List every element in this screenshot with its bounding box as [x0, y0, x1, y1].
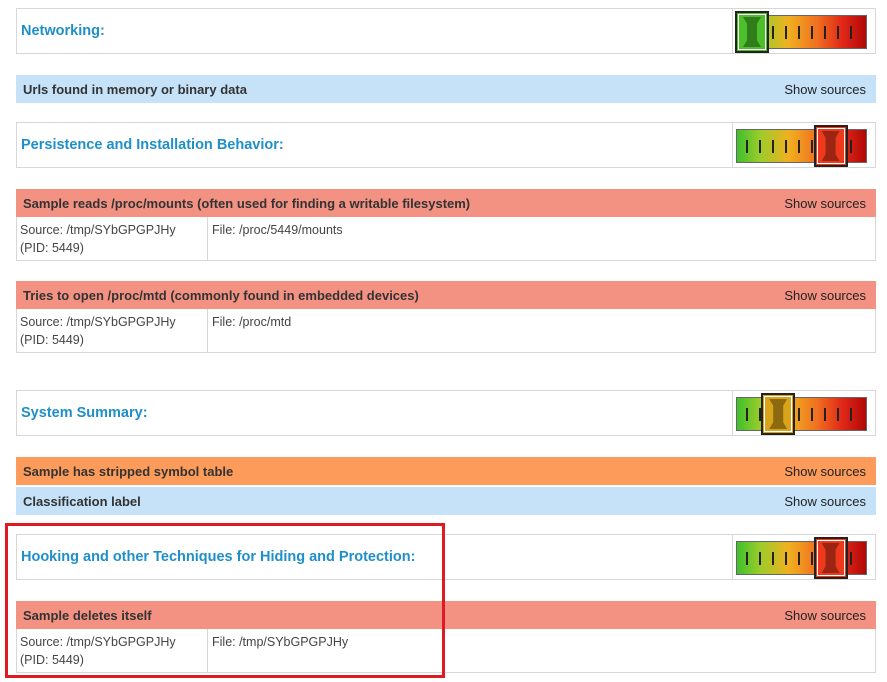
gauge-tick	[746, 552, 748, 565]
gauge-indicator	[813, 537, 848, 579]
gauge-tick	[824, 408, 826, 421]
file-cell: File: /tmp/SYbGPGPJHy	[212, 635, 349, 649]
section-title: Hooking and other Techniques for Hiding …	[21, 549, 416, 565]
gauge-tick	[798, 140, 800, 153]
section-title: Persistence and Installation Behavior:	[21, 137, 284, 153]
source-path: Source: /tmp/SYbGPGPJHy	[20, 315, 176, 329]
gauge-tick	[785, 26, 787, 39]
show-sources-link[interactable]: Show sources	[784, 457, 866, 485]
gauge-tick	[746, 140, 748, 153]
signature-label: Tries to open /proc/mtd (commonly found …	[23, 287, 419, 303]
show-sources-link[interactable]: Show sources	[784, 75, 866, 103]
signature-detail: Source: /tmp/SYbGPGPJHy (PID: 5449) File…	[16, 309, 876, 353]
gauge-indicator-mark	[769, 399, 788, 429]
gauge-tick	[772, 552, 774, 565]
severity-gauge	[736, 393, 867, 435]
signature-detail: Source: /tmp/SYbGPGPJHy (PID: 5449) File…	[16, 217, 876, 261]
file-cell: File: /proc/mtd	[212, 315, 292, 329]
signature-detail: Source: /tmp/SYbGPGPJHy (PID: 5449) File…	[16, 629, 876, 673]
gauge-tick	[785, 552, 787, 565]
severity-gauge	[736, 537, 867, 579]
severity-gauge	[735, 11, 867, 53]
signature-row-deletes-itself[interactable]: Sample deletes itself Show sources	[16, 601, 876, 629]
gauge-tick	[759, 140, 761, 153]
gauge-cell	[732, 123, 875, 167]
source-path: Source: /tmp/SYbGPGPJHy	[20, 635, 176, 649]
gauge-tick	[785, 140, 787, 153]
show-sources-link[interactable]: Show sources	[784, 189, 866, 217]
gauge-tick	[850, 552, 852, 565]
signature-label: Sample reads /proc/mounts (often used fo…	[23, 195, 471, 211]
signature-row-classification[interactable]: Classification label Show sources	[16, 487, 876, 515]
gauge-tick	[837, 26, 839, 39]
signature-row-stripped-symbols[interactable]: Sample has stripped symbol table Show so…	[16, 457, 876, 485]
gauge-cell	[732, 391, 875, 435]
section-header-persistence: Persistence and Installation Behavior:	[16, 122, 876, 168]
source-path: Source: /tmp/SYbGPGPJHy	[20, 223, 176, 237]
gauge-indicator	[761, 393, 796, 435]
gauge-tick	[850, 408, 852, 421]
gauge-indicator	[735, 11, 769, 53]
gauge-tick	[746, 408, 748, 421]
section-title: Networking:	[21, 23, 105, 39]
gauge-tick	[772, 140, 774, 153]
source-pid: (PID: 5449)	[20, 241, 84, 255]
section-header-hooking: Hooking and other Techniques for Hiding …	[16, 534, 876, 580]
source-pid: (PID: 5449)	[20, 653, 84, 667]
signature-row-proc-mounts[interactable]: Sample reads /proc/mounts (often used fo…	[16, 189, 876, 217]
show-sources-link[interactable]: Show sources	[784, 601, 866, 629]
show-sources-link[interactable]: Show sources	[784, 281, 866, 309]
gauge-tick	[798, 552, 800, 565]
gauge-tick	[759, 552, 761, 565]
gauge-tick	[798, 26, 800, 39]
signature-row-urls[interactable]: Urls found in memory or binary data Show…	[16, 75, 876, 103]
section-title: System Summary:	[21, 405, 148, 421]
section-header-networking: Networking:	[16, 8, 876, 54]
gauge-indicator-mark	[821, 131, 840, 161]
gauge-tick	[772, 26, 774, 39]
source-cell: Source: /tmp/SYbGPGPJHy (PID: 5449)	[17, 629, 208, 672]
gauge-tick	[850, 26, 852, 39]
signature-label: Sample deletes itself	[23, 607, 152, 623]
gauge-cell	[732, 9, 875, 53]
gauge-tick	[837, 408, 839, 421]
gauge-tick	[798, 408, 800, 421]
gauge-tick	[811, 408, 813, 421]
severity-gauge	[736, 125, 867, 167]
gauge-indicator-mark	[743, 17, 761, 47]
gauge-tick	[811, 26, 813, 39]
source-cell: Source: /tmp/SYbGPGPJHy (PID: 5449)	[17, 309, 208, 352]
source-pid: (PID: 5449)	[20, 333, 84, 347]
signature-label: Sample has stripped symbol table	[23, 463, 234, 479]
gauge-tick	[824, 26, 826, 39]
section-header-system-summary: System Summary:	[16, 390, 876, 436]
signature-row-proc-mtd[interactable]: Tries to open /proc/mtd (commonly found …	[16, 281, 876, 309]
source-cell: Source: /tmp/SYbGPGPJHy (PID: 5449)	[17, 217, 208, 260]
gauge-indicator	[813, 125, 848, 167]
signature-label: Urls found in memory or binary data	[23, 81, 247, 97]
show-sources-link[interactable]: Show sources	[784, 487, 866, 515]
file-cell: File: /proc/5449/mounts	[212, 223, 343, 237]
signature-label: Classification label	[23, 493, 141, 509]
gauge-cell	[732, 535, 875, 579]
gauge-tick	[850, 140, 852, 153]
gauge-indicator-mark	[821, 543, 840, 573]
